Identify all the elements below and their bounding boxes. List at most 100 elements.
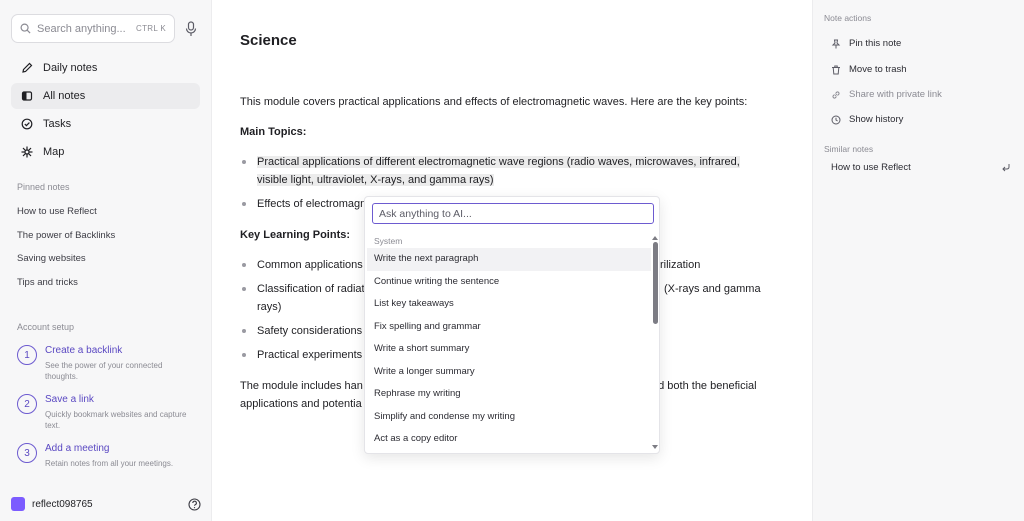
setup-description: Quickly bookmark websites and capture te… bbox=[45, 410, 187, 430]
pinned-note-item[interactable]: Saving websites bbox=[17, 252, 115, 276]
outro-paragraph[interactable]: applications and potentia bbox=[240, 395, 362, 413]
share-private-link-button[interactable]: Share with private link bbox=[831, 89, 942, 100]
show-history-button[interactable]: Show history bbox=[831, 114, 903, 125]
outro-paragraph-tail: nd both the beneficial bbox=[652, 380, 757, 392]
trash-icon bbox=[832, 65, 840, 74]
menu-section-label: System bbox=[374, 236, 403, 246]
similar-note-title: How to use Reflect bbox=[831, 162, 911, 173]
search-shortcut: CTRL K bbox=[136, 24, 166, 33]
bullet-dot bbox=[242, 202, 246, 206]
setup-item-backlink[interactable]: 1 Create a backlink See the power of you… bbox=[17, 345, 197, 382]
ai-command-item[interactable]: Simplify and condense my writing bbox=[367, 406, 651, 429]
bullet-text: Practical experiments bbox=[257, 349, 363, 361]
ai-command-item[interactable]: Fix spelling and grammar bbox=[367, 316, 651, 339]
note-actions-heading: Note actions bbox=[824, 13, 872, 23]
ai-prompt-input[interactable] bbox=[372, 203, 654, 224]
right-panel: Note actions Pin this note Move to trash… bbox=[812, 0, 1024, 521]
bullet-text: Safety considerations bbox=[257, 325, 363, 337]
nav-map[interactable]: Map bbox=[11, 139, 200, 165]
scroll-down-arrow-icon[interactable] bbox=[651, 444, 659, 450]
bullet-item[interactable]: Practical applications of different elec… bbox=[240, 153, 740, 189]
move-to-trash-button[interactable]: Move to trash bbox=[831, 64, 907, 75]
ai-command-item[interactable]: Continue writing the sentence bbox=[367, 271, 651, 294]
action-label: Pin this note bbox=[849, 38, 902, 49]
ai-command-item[interactable]: Write a longer summary bbox=[367, 361, 651, 384]
bullet-dot bbox=[242, 353, 246, 357]
microphone-icon[interactable] bbox=[184, 21, 198, 37]
ai-command-list: Write the next paragraph Continue writin… bbox=[367, 248, 651, 451]
link-arrow-icon[interactable] bbox=[1001, 162, 1011, 172]
search-box[interactable]: Search anything... CTRL K bbox=[11, 14, 175, 43]
notes-icon bbox=[21, 91, 33, 101]
graph-icon bbox=[21, 146, 33, 158]
ai-command-item[interactable]: Write a short summary bbox=[367, 338, 651, 361]
bullet-item[interactable]: Safety considerations bbox=[240, 322, 362, 340]
bullet-dot bbox=[242, 329, 246, 333]
pinned-note-item[interactable]: The power of Backlinks bbox=[17, 229, 115, 253]
bullet-item[interactable]: Practical experiments bbox=[240, 346, 362, 364]
action-label: Move to trash bbox=[849, 64, 907, 75]
avatar bbox=[11, 497, 25, 511]
nav-label: Map bbox=[43, 146, 65, 158]
account-setup-list: 1 Create a backlink See the power of you… bbox=[17, 345, 197, 492]
bullet-text-tail: rilization bbox=[660, 259, 701, 271]
setup-title: Add a meeting bbox=[45, 443, 110, 454]
bullet-item[interactable]: Common applications bbox=[240, 256, 363, 274]
setup-item-save-link[interactable]: 2 Save a link Quickly bookmark websites … bbox=[17, 394, 197, 431]
pinned-notes-list: How to use Reflect The power of Backlink… bbox=[17, 205, 115, 299]
note-title[interactable]: Science bbox=[240, 32, 297, 49]
ai-command-item[interactable]: Act as a copy editor bbox=[367, 428, 651, 451]
highlighted-text: Practical applications of different elec… bbox=[257, 156, 740, 168]
setup-item-meeting[interactable]: 3 Add a meeting Retain notes from all yo… bbox=[17, 443, 197, 480]
main-topics-heading[interactable]: Main Topics: bbox=[240, 123, 306, 141]
ai-command-item[interactable]: Write the next paragraph bbox=[367, 248, 651, 271]
setup-title: Create a backlink bbox=[45, 345, 123, 356]
pinned-note-item[interactable]: How to use Reflect bbox=[17, 205, 115, 229]
pin-note-button[interactable]: Pin this note bbox=[831, 38, 901, 49]
setup-title: Save a link bbox=[45, 394, 94, 405]
nav-label: All notes bbox=[43, 90, 86, 102]
left-sidebar: Search anything... CTRL K Daily notes Al… bbox=[0, 0, 212, 521]
action-label: Show history bbox=[849, 114, 904, 125]
similar-note-item[interactable]: How to use Reflect bbox=[831, 162, 1011, 173]
setup-description: See the power of your connected thoughts… bbox=[45, 361, 163, 381]
similar-notes-heading: Similar notes bbox=[824, 144, 874, 154]
username: reflect098765 bbox=[32, 498, 93, 510]
bullet-text: Common applications bbox=[257, 259, 363, 271]
key-points-heading[interactable]: Key Learning Points: bbox=[240, 226, 350, 244]
bullet-dot bbox=[242, 263, 246, 267]
step-number: 3 bbox=[17, 443, 37, 463]
ai-command-popup: System Write the next paragraph Continue… bbox=[364, 196, 660, 454]
check-circle-icon bbox=[21, 118, 33, 130]
action-label: Share with private link bbox=[849, 89, 942, 100]
nav-daily-notes[interactable]: Daily notes bbox=[11, 55, 200, 81]
bullet-item[interactable]: Classification of radiat rays) bbox=[240, 280, 365, 316]
user-account[interactable]: reflect098765 bbox=[11, 496, 201, 512]
account-setup-heading: Account setup bbox=[17, 322, 75, 332]
scrollbar-thumb[interactable] bbox=[653, 242, 658, 324]
search-icon bbox=[20, 23, 31, 34]
nav-label: Tasks bbox=[43, 118, 72, 130]
nav-all-notes[interactable]: All notes bbox=[11, 83, 200, 109]
step-number: 2 bbox=[17, 394, 37, 414]
intro-paragraph[interactable]: This module covers practical application… bbox=[240, 93, 747, 111]
ai-command-item[interactable]: Rephrase my writing bbox=[367, 383, 651, 406]
scroll-up-arrow-icon[interactable] bbox=[651, 235, 659, 241]
pencil-icon bbox=[22, 62, 33, 73]
setup-description: Retain notes from all your meetings. bbox=[45, 459, 174, 468]
nav-tasks[interactable]: Tasks bbox=[11, 111, 200, 137]
bullet-text: rays) bbox=[257, 301, 282, 313]
main-nav: Daily notes All notes Tasks Map bbox=[11, 55, 200, 167]
bullet-dot bbox=[242, 160, 246, 164]
bullet-text: Classification of radiat bbox=[257, 283, 365, 295]
pinned-note-item[interactable]: Tips and tricks bbox=[17, 276, 115, 300]
help-icon[interactable] bbox=[188, 497, 201, 511]
bullet-item[interactable]: Effects of electromagn bbox=[240, 195, 366, 213]
bullet-text: Effects of electromagn bbox=[257, 198, 367, 210]
link-icon bbox=[832, 90, 840, 99]
ai-command-item[interactable]: List key takeaways bbox=[367, 293, 651, 316]
outro-paragraph[interactable]: The module includes han bbox=[240, 377, 363, 395]
pinned-notes-heading: Pinned notes bbox=[17, 182, 70, 192]
bullet-dot bbox=[242, 287, 246, 291]
nav-label: Daily notes bbox=[43, 62, 98, 74]
